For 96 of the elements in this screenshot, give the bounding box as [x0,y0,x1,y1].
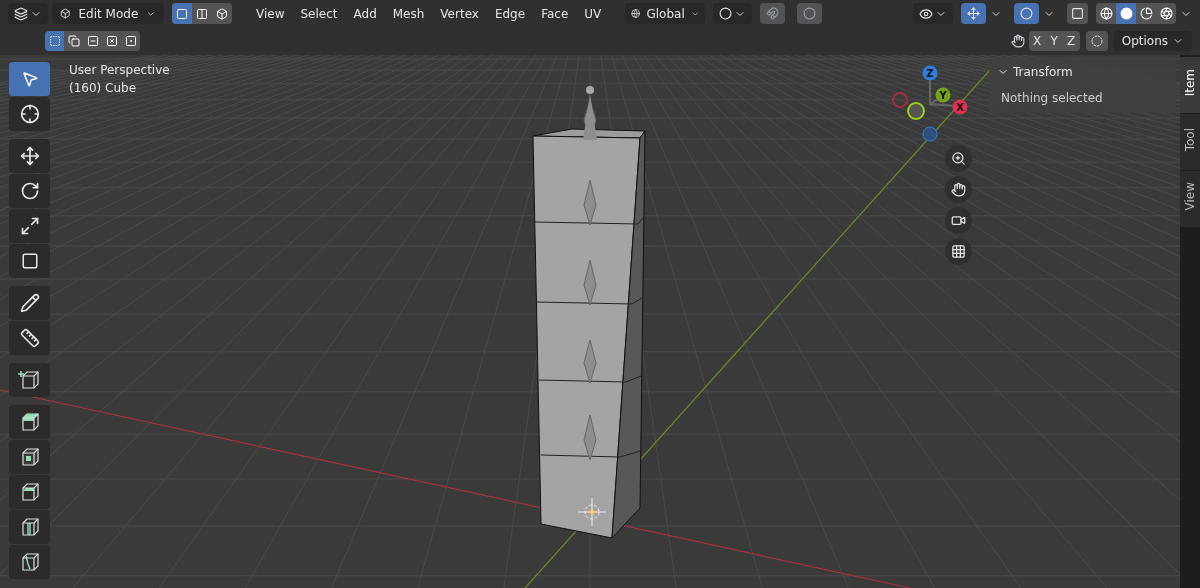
menu-item[interactable]: Edge [486,3,534,24]
visibility-dropdown[interactable] [913,3,953,24]
loop-cut-tool[interactable] [9,510,50,544]
options-dropdown[interactable]: Options [1113,31,1192,51]
add-cube-tool[interactable] [9,363,50,397]
auto-merge-toggle[interactable] [1085,31,1108,51]
bevel-tool[interactable] [9,475,50,509]
move-arrows-icon [19,146,40,166]
axis-ball[interactable]: Y [935,87,951,103]
sidebar-tab[interactable]: View [1180,171,1200,227]
transform-tool[interactable] [9,244,50,278]
pivot-point-button[interactable] [713,3,753,24]
sidebar-tab[interactable]: Tool [1180,114,1200,170]
rendered-shading-button[interactable] [1156,3,1176,24]
menu-item[interactable]: Face [533,3,577,24]
projection-button[interactable] [945,238,972,265]
grid-icon [951,244,966,259]
menu-item[interactable]: UV [576,3,610,24]
orientation-dropdown[interactable]: Global [625,3,706,24]
vertex-square-icon [176,7,188,20]
vertex-select-button[interactable] [172,3,192,24]
gizmo-toggle[interactable] [961,3,986,24]
sidebar-tab[interactable]: Item [1180,57,1200,113]
rotate-icon [19,181,40,201]
snap-toggle[interactable] [760,3,786,24]
move-tool[interactable] [9,139,50,173]
select-box-tool[interactable] [9,62,50,96]
rendered-sphere-icon [1159,7,1173,20]
hand-icon [951,182,966,197]
camera-view-button[interactable] [945,207,972,234]
magnet-icon [766,7,780,20]
axis-ball[interactable]: Z [922,65,938,81]
wireframe-shading-button[interactable] [1096,3,1116,24]
navigation-gizmo[interactable]: Z Y X [888,60,974,152]
menu-item[interactable]: View [248,3,293,24]
axis-lines [929,79,956,107]
face-cube-icon [216,7,228,20]
zoom-icon [951,151,966,166]
mirror-axis-toggle[interactable]: X [1028,31,1046,51]
xray-toggle[interactable] [1067,3,1088,24]
menu-item[interactable]: Add [345,3,385,24]
camera-icon [951,213,966,228]
dashed-square-icon [48,35,61,47]
face-select-button[interactable] [212,3,232,24]
object-label: (160) Cube [69,80,138,97]
wire-sphere-icon [1099,7,1113,20]
ruler-icon [19,328,40,348]
proportional-edit-toggle[interactable] [797,3,823,24]
cube-plus-icon [17,368,42,392]
mesh-icon [60,7,71,20]
pencil-icon [19,293,40,313]
cursor-tool[interactable] [9,97,50,131]
mode-label: Edit Mode [78,5,139,23]
extend-selection-button[interactable] [64,31,83,51]
editor-type-icon [14,6,28,21]
crosshair-icon [19,104,40,124]
knife-tool[interactable] [9,545,50,579]
annotate-tool[interactable] [9,286,50,320]
measure-tool[interactable] [9,321,50,355]
material-shading-button[interactable] [1136,3,1156,24]
square-minus-icon [86,35,99,47]
solid-sphere-icon [1119,7,1133,20]
cursor-arrow-icon [20,70,39,88]
editor-type-button[interactable] [8,3,48,24]
overlapping-squares-icon [67,35,80,47]
inset-tool[interactable] [9,440,50,474]
panel-title[interactable]: Transform [1013,63,1073,81]
menu-item[interactable]: Vertex [432,3,487,24]
new-selection-button[interactable] [45,31,64,51]
square-x-icon [105,35,118,47]
gizmo-icon [967,7,980,20]
circle-dot-icon [803,7,817,20]
pan-button[interactable] [945,176,972,203]
rotate-tool[interactable] [9,174,50,208]
overlay-toggle[interactable] [1014,3,1039,24]
pivot-icon [719,7,733,20]
edge-select-button[interactable] [192,3,212,24]
scale-icon [19,216,40,236]
axis-ball[interactable]: X [952,99,968,115]
scale-tool[interactable] [9,209,50,243]
material-sphere-icon [1139,7,1153,20]
view-name: User Perspective [69,62,170,79]
extrude-tool[interactable] [9,405,50,439]
zoom-button[interactable] [945,145,972,172]
negative-axis-ball[interactable] [907,102,925,120]
menu-item[interactable]: Mesh [384,3,433,24]
square-icon [20,252,39,270]
xray-icon [1071,7,1084,20]
intersect-selection-button[interactable] [121,31,140,51]
solid-shading-button[interactable] [1116,3,1136,24]
edge-columns-icon [196,7,208,20]
eye-icon [919,6,933,21]
dotted-circle-icon [1090,35,1103,47]
panel-message: Nothing selected [1000,90,1104,107]
mode-dropdown[interactable]: Edit Mode [52,3,164,24]
menu-item[interactable]: Select [292,3,346,24]
